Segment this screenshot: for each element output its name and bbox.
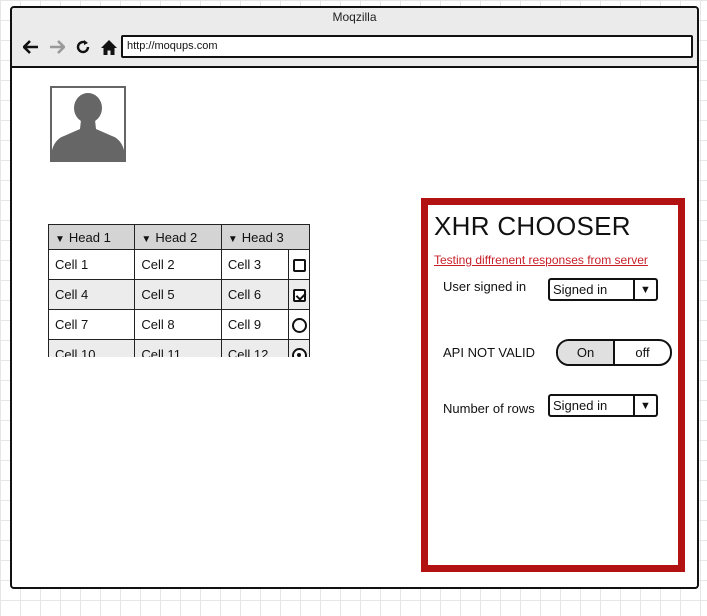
row-checkbox[interactable] — [292, 259, 306, 273]
browser-window: Moqzilla http://moqups.com ▼ Head 1 ▼ He… — [10, 6, 699, 589]
grid-header-3[interactable]: ▼ Head 3 — [220, 224, 310, 250]
grid-header-1[interactable]: ▼ Head 1 — [48, 224, 136, 250]
grid-header-2[interactable]: ▼ Head 2 — [134, 224, 222, 250]
data-grid: ▼ Head 1 ▼ Head 2 ▼ Head 3 Cell 1 Cell 2 Ce… — [48, 224, 310, 357]
reload-icon[interactable] — [70, 36, 96, 58]
panel-title: XHR CHOOSER — [434, 211, 631, 241]
row-radio-cell — [288, 339, 310, 357]
api-not-valid-label: API NOT VALID — [443, 345, 535, 360]
home-icon[interactable] — [96, 36, 122, 58]
toggle-on-option[interactable]: On — [558, 341, 615, 364]
row-radio[interactable] — [291, 317, 307, 333]
address-bar[interactable]: http://moqups.com — [121, 35, 693, 58]
table-cell: Cell 3 — [220, 249, 290, 280]
nav-bar — [18, 36, 122, 58]
table-cell: Cell 12 — [220, 339, 290, 357]
table-cell: Cell 10 — [48, 339, 136, 357]
user-signed-in-select[interactable]: Signed in ▼ — [548, 278, 658, 301]
table-cell: Cell 5 — [134, 279, 222, 310]
forward-arrow-icon[interactable] — [44, 36, 70, 58]
table-cell: Cell 7 — [48, 309, 136, 340]
grid-header-row: ▼ Head 1 ▼ Head 2 ▼ Head 3 — [48, 224, 310, 250]
number-of-rows-label: Number of rows — [443, 401, 535, 416]
browser-titlebar: Moqzilla http://moqups.com — [12, 8, 697, 68]
sort-triangle-icon: ▼ — [227, 233, 238, 245]
user-signed-in-label: User signed in — [443, 279, 527, 294]
window-title: Moqzilla — [332, 10, 377, 24]
row-radio-cell — [288, 309, 310, 340]
sort-triangle-icon: ▼ — [141, 233, 152, 245]
row-checkbox-cell — [288, 279, 310, 310]
table-cell: Cell 4 — [48, 279, 136, 310]
table-cell: Cell 8 — [134, 309, 222, 340]
table-cell: Cell 11 — [134, 339, 222, 357]
table-row: Cell 4 Cell 5 Cell 6 — [48, 279, 310, 310]
select-value: Signed in — [553, 282, 608, 297]
panel-subtitle-link[interactable]: Testing diffrenent responses from server — [434, 253, 648, 267]
row-checkbox-checked[interactable] — [292, 289, 306, 303]
row-radio-selected[interactable] — [291, 347, 307, 357]
xhr-chooser-panel: XHR CHOOSER Testing diffrenent responses… — [421, 198, 685, 572]
select-value: Signed in — [553, 398, 608, 413]
table-cell: Cell 9 — [220, 309, 290, 340]
avatar — [50, 86, 126, 162]
table-cell: Cell 1 — [48, 249, 136, 280]
back-arrow-icon[interactable] — [18, 36, 44, 58]
table-row: Cell 7 Cell 8 Cell 9 — [48, 309, 310, 340]
number-of-rows-select[interactable]: Signed in ▼ — [548, 394, 658, 417]
sort-triangle-icon: ▼ — [55, 233, 65, 245]
person-silhouette-icon — [52, 93, 124, 160]
api-not-valid-toggle[interactable]: On off — [556, 339, 672, 366]
dropdown-arrow-icon: ▼ — [633, 396, 656, 415]
table-cell: Cell 6 — [220, 279, 290, 310]
row-checkbox-cell — [288, 249, 310, 280]
table-cell: Cell 2 — [134, 249, 222, 280]
toggle-off-option[interactable]: off — [615, 341, 670, 364]
table-row: Cell 1 Cell 2 Cell 3 — [48, 249, 310, 280]
dropdown-arrow-icon: ▼ — [633, 280, 656, 299]
table-row: Cell 10 Cell 11 Cell 12 — [48, 339, 310, 357]
